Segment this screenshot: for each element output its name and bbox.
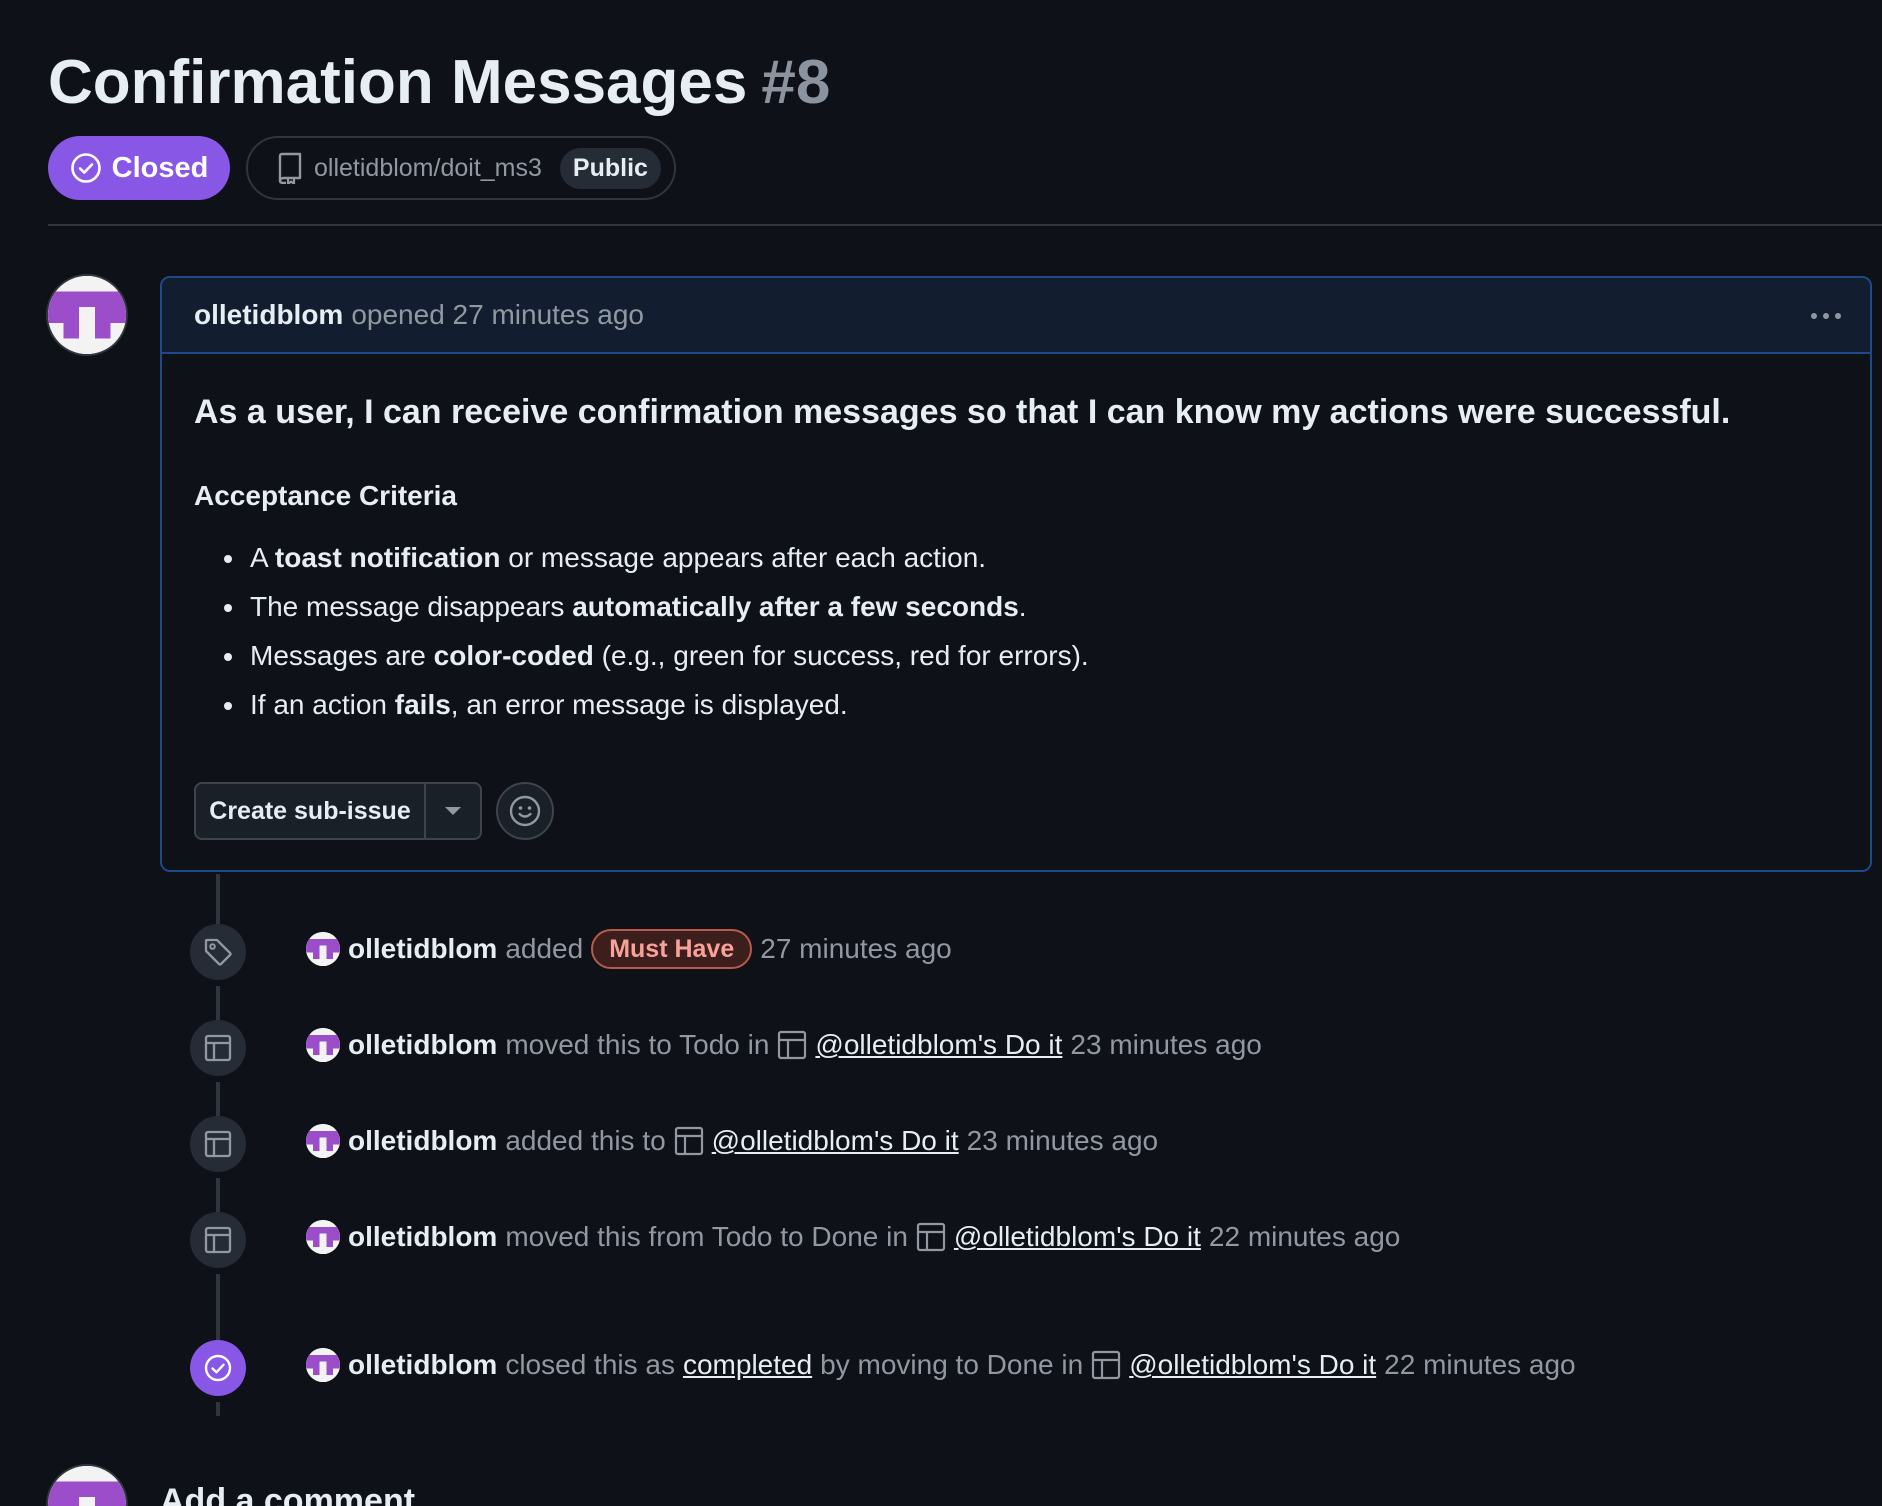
avatar[interactable]	[306, 1220, 340, 1254]
identicon-image	[306, 1124, 340, 1158]
issue-number: #8	[761, 48, 831, 117]
timeline-event-added-to-project: olletidblom added this to @olletidblom's…	[306, 1121, 1166, 1161]
list-item: A toast notification or message appears …	[194, 540, 1834, 576]
issue-title-text: Confirmation Messages	[48, 48, 748, 117]
timeline-line	[216, 1402, 220, 1416]
timeline-badge-project	[190, 1116, 246, 1172]
event-time[interactable]: 23 minutes ago	[967, 1121, 1158, 1161]
timeline-badge-label	[190, 924, 246, 980]
user-story-heading: As a user, I can receive confirmation me…	[194, 393, 1731, 431]
timeline-event-label-added: olletidblom added Must Have 27 minutes a…	[306, 929, 960, 969]
acceptance-criteria-list: A toast notification or message appears …	[194, 540, 1834, 723]
issue-state-badge: Closed	[48, 136, 230, 200]
project-link[interactable]: @olletidblom's Do it	[954, 1217, 1201, 1257]
issue-title: Confirmation Messages #8	[48, 44, 830, 122]
event-time[interactable]: 22 minutes ago	[1384, 1345, 1575, 1385]
current-user-avatar[interactable]	[46, 1464, 128, 1506]
timeline-line	[216, 1274, 220, 1346]
timeline-badge-closed	[190, 1340, 246, 1396]
project-table-icon	[916, 1222, 946, 1252]
kebab-dot-icon	[1811, 313, 1817, 319]
add-comment-heading: Add a comment	[160, 1482, 416, 1506]
issue-state-label: Closed	[111, 151, 209, 184]
timeline-line	[216, 874, 220, 930]
identicon-image	[306, 1348, 340, 1382]
project-table-icon	[778, 1030, 807, 1060]
project-table-icon	[204, 1226, 232, 1254]
event-action: added	[505, 933, 584, 964]
author-avatar[interactable]	[46, 274, 128, 356]
smiley-icon	[509, 795, 541, 827]
create-sub-issue-button[interactable]: Create sub-issue	[196, 784, 426, 838]
identicon-image	[306, 932, 340, 966]
repo-icon	[278, 152, 302, 184]
must-have-label[interactable]: Must Have	[591, 929, 753, 969]
avatar[interactable]	[306, 1124, 340, 1158]
timeline-event-moved-done: olletidblom moved this from Todo to Done…	[306, 1217, 1408, 1257]
project-table-icon	[674, 1126, 703, 1156]
event-action: added this to	[505, 1125, 666, 1156]
check-circle-icon	[204, 1354, 232, 1382]
comment-body: As a user, I can receive confirmation me…	[194, 390, 1834, 736]
comment-author[interactable]: olletidblom	[194, 299, 343, 331]
more-options-button[interactable]	[1804, 300, 1848, 332]
comment-timestamp[interactable]: opened 27 minutes ago	[351, 299, 644, 331]
project-link[interactable]: @olletidblom's Do it	[1129, 1345, 1376, 1385]
event-author[interactable]: olletidblom	[348, 1025, 497, 1065]
close-reason-link[interactable]: completed	[683, 1345, 812, 1385]
identicon-image	[48, 1466, 126, 1506]
event-author[interactable]: olletidblom	[348, 1345, 497, 1385]
issue-page: Confirmation Messages #8 Closed olletidbl…	[0, 0, 1882, 1506]
identicon-image	[48, 276, 126, 354]
project-table-icon	[204, 1130, 232, 1158]
visibility-badge: Public	[559, 147, 661, 189]
timeline-event-closed: olletidblom closed this as completed by …	[306, 1345, 1584, 1385]
sub-issue-dropdown-button[interactable]	[426, 784, 480, 838]
identicon-image	[306, 1028, 340, 1062]
event-author[interactable]: olletidblom	[348, 929, 497, 969]
comment-header: olletidblom opened 27 minutes ago	[162, 278, 1870, 354]
timeline-badge-project	[190, 1212, 246, 1268]
event-author[interactable]: olletidblom	[348, 1121, 497, 1161]
event-action: moved this from Todo to Done in	[505, 1221, 908, 1252]
list-item: The message disappears automatically aft…	[194, 589, 1834, 625]
list-item: Messages are color-coded (e.g., green fo…	[194, 638, 1834, 674]
event-time[interactable]: 27 minutes ago	[760, 929, 951, 969]
project-table-icon	[1092, 1350, 1121, 1380]
list-item: If an action fails, an error message is …	[194, 687, 1834, 723]
create-sub-issue-group: Create sub-issue	[194, 782, 482, 840]
event-time[interactable]: 23 minutes ago	[1070, 1025, 1261, 1065]
kebab-dot-icon	[1835, 313, 1841, 319]
avatar[interactable]	[306, 1028, 340, 1062]
identicon-image	[306, 1220, 340, 1254]
avatar[interactable]	[306, 932, 340, 966]
event-time[interactable]: 22 minutes ago	[1209, 1217, 1400, 1257]
kebab-dot-icon	[1823, 313, 1829, 319]
event-action-detail: by moving to Done in	[820, 1349, 1084, 1380]
add-reaction-button[interactable]	[496, 782, 554, 840]
event-author[interactable]: olletidblom	[348, 1217, 497, 1257]
repo-pill[interactable]: olletidblom/doit_ms3 Public	[246, 136, 676, 200]
tag-icon	[204, 938, 232, 966]
acceptance-criteria-heading: Acceptance Criteria	[194, 480, 458, 511]
avatar[interactable]	[306, 1348, 340, 1382]
event-action: closed this as	[505, 1349, 675, 1380]
header-divider	[48, 224, 1882, 226]
project-table-icon	[204, 1034, 232, 1062]
timeline-badge-project	[190, 1020, 246, 1076]
event-action: moved this to Todo in	[505, 1029, 770, 1060]
check-circle-icon	[70, 153, 101, 183]
project-link[interactable]: @olletidblom's Do it	[712, 1121, 959, 1161]
repo-name[interactable]: olletidblom/doit_ms3	[314, 154, 542, 183]
timeline-event-moved-todo: olletidblom moved this to Todo in @ollet…	[306, 1025, 1270, 1065]
issue-comment: olletidblom opened 27 minutes ago As a u…	[160, 276, 1872, 872]
project-link[interactable]: @olletidblom's Do it	[815, 1025, 1062, 1065]
triangle-down-icon	[445, 807, 461, 815]
